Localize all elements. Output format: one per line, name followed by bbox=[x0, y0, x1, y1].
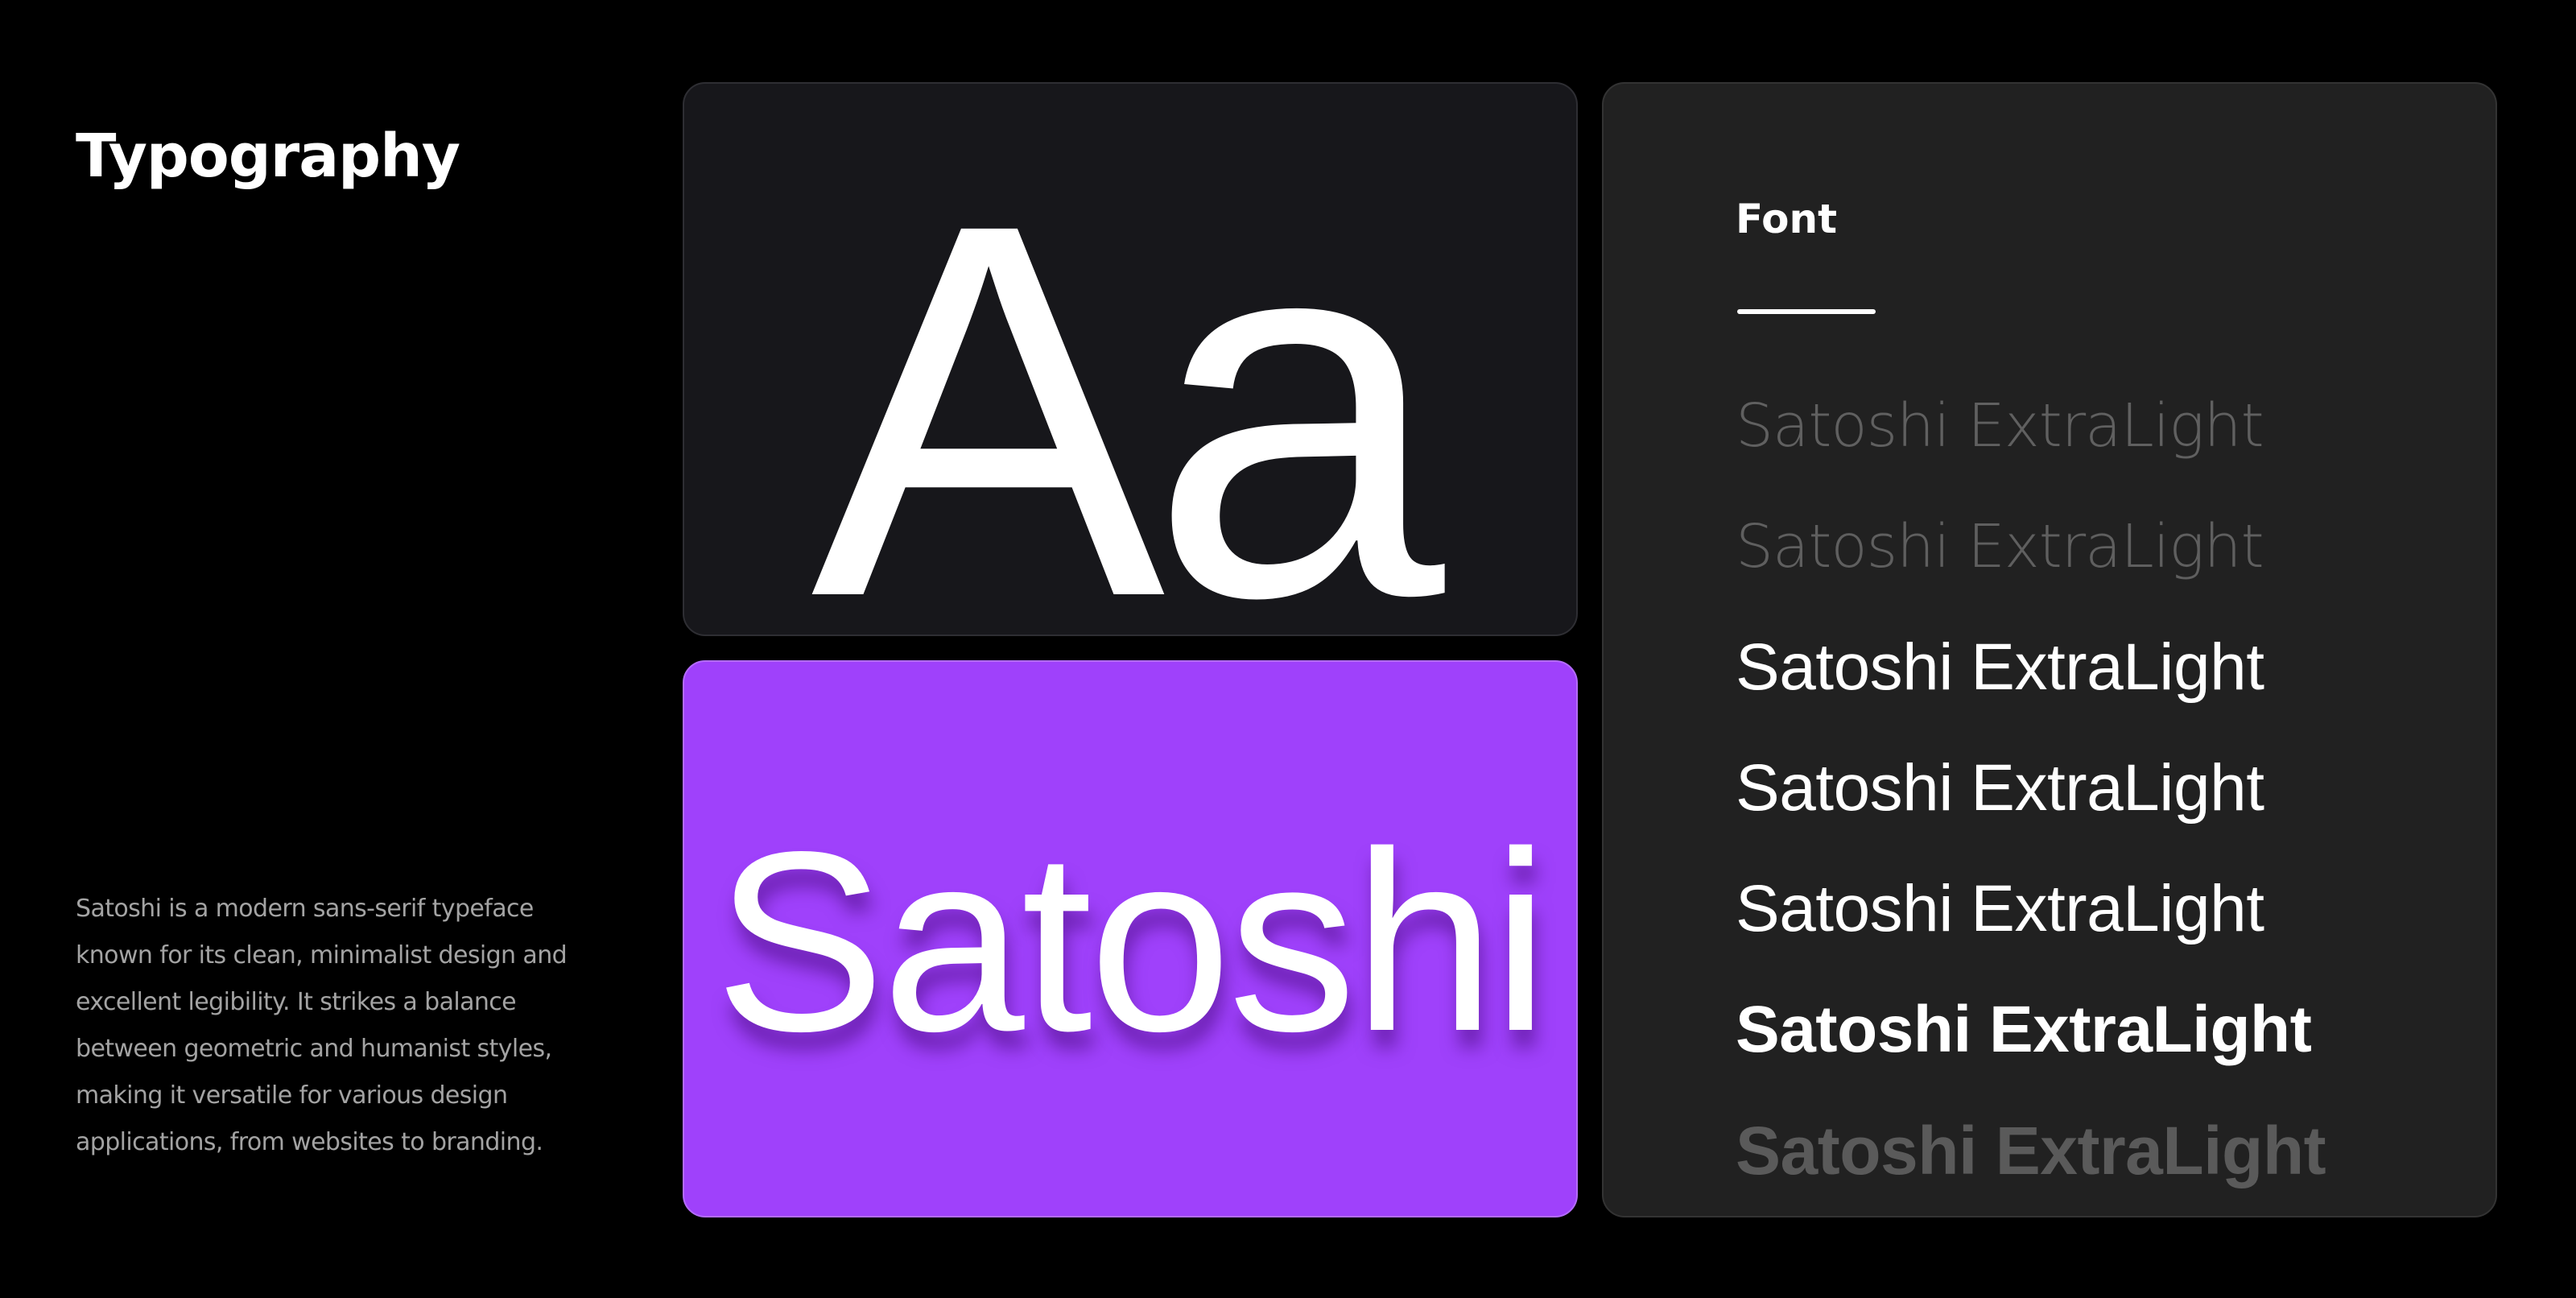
heading-underline bbox=[1737, 309, 1876, 314]
page-title: Typography bbox=[76, 122, 460, 191]
glyph-specimen: Aa bbox=[811, 114, 1444, 636]
weight-item: Satoshi ExtraLight bbox=[1736, 993, 2312, 1066]
weight-list: Satoshi ExtraLight Satoshi ExtraLight Sa… bbox=[1736, 366, 2326, 1211]
glyph-specimen-card: Aa bbox=[683, 82, 1578, 636]
sample-word-card: Satoshi bbox=[683, 660, 1578, 1217]
typeface-description: Satoshi is a modern sans-serif typeface … bbox=[76, 895, 568, 1156]
font-weights-panel: Font Satoshi ExtraLight Satoshi ExtraLig… bbox=[1602, 82, 2497, 1217]
weights-heading: Font bbox=[1736, 196, 1837, 242]
weight-item: Satoshi ExtraLight bbox=[1736, 512, 2264, 581]
weight-item: Satoshi ExtraLight bbox=[1736, 751, 2264, 825]
weight-item: Satoshi ExtraLight bbox=[1736, 1113, 2326, 1188]
weight-item: Satoshi ExtraLight bbox=[1736, 872, 2264, 945]
sample-word: Satoshi bbox=[714, 799, 1550, 1085]
weight-item: Satoshi ExtraLight bbox=[1736, 391, 2264, 461]
weight-item: Satoshi ExtraLight bbox=[1736, 630, 2264, 704]
